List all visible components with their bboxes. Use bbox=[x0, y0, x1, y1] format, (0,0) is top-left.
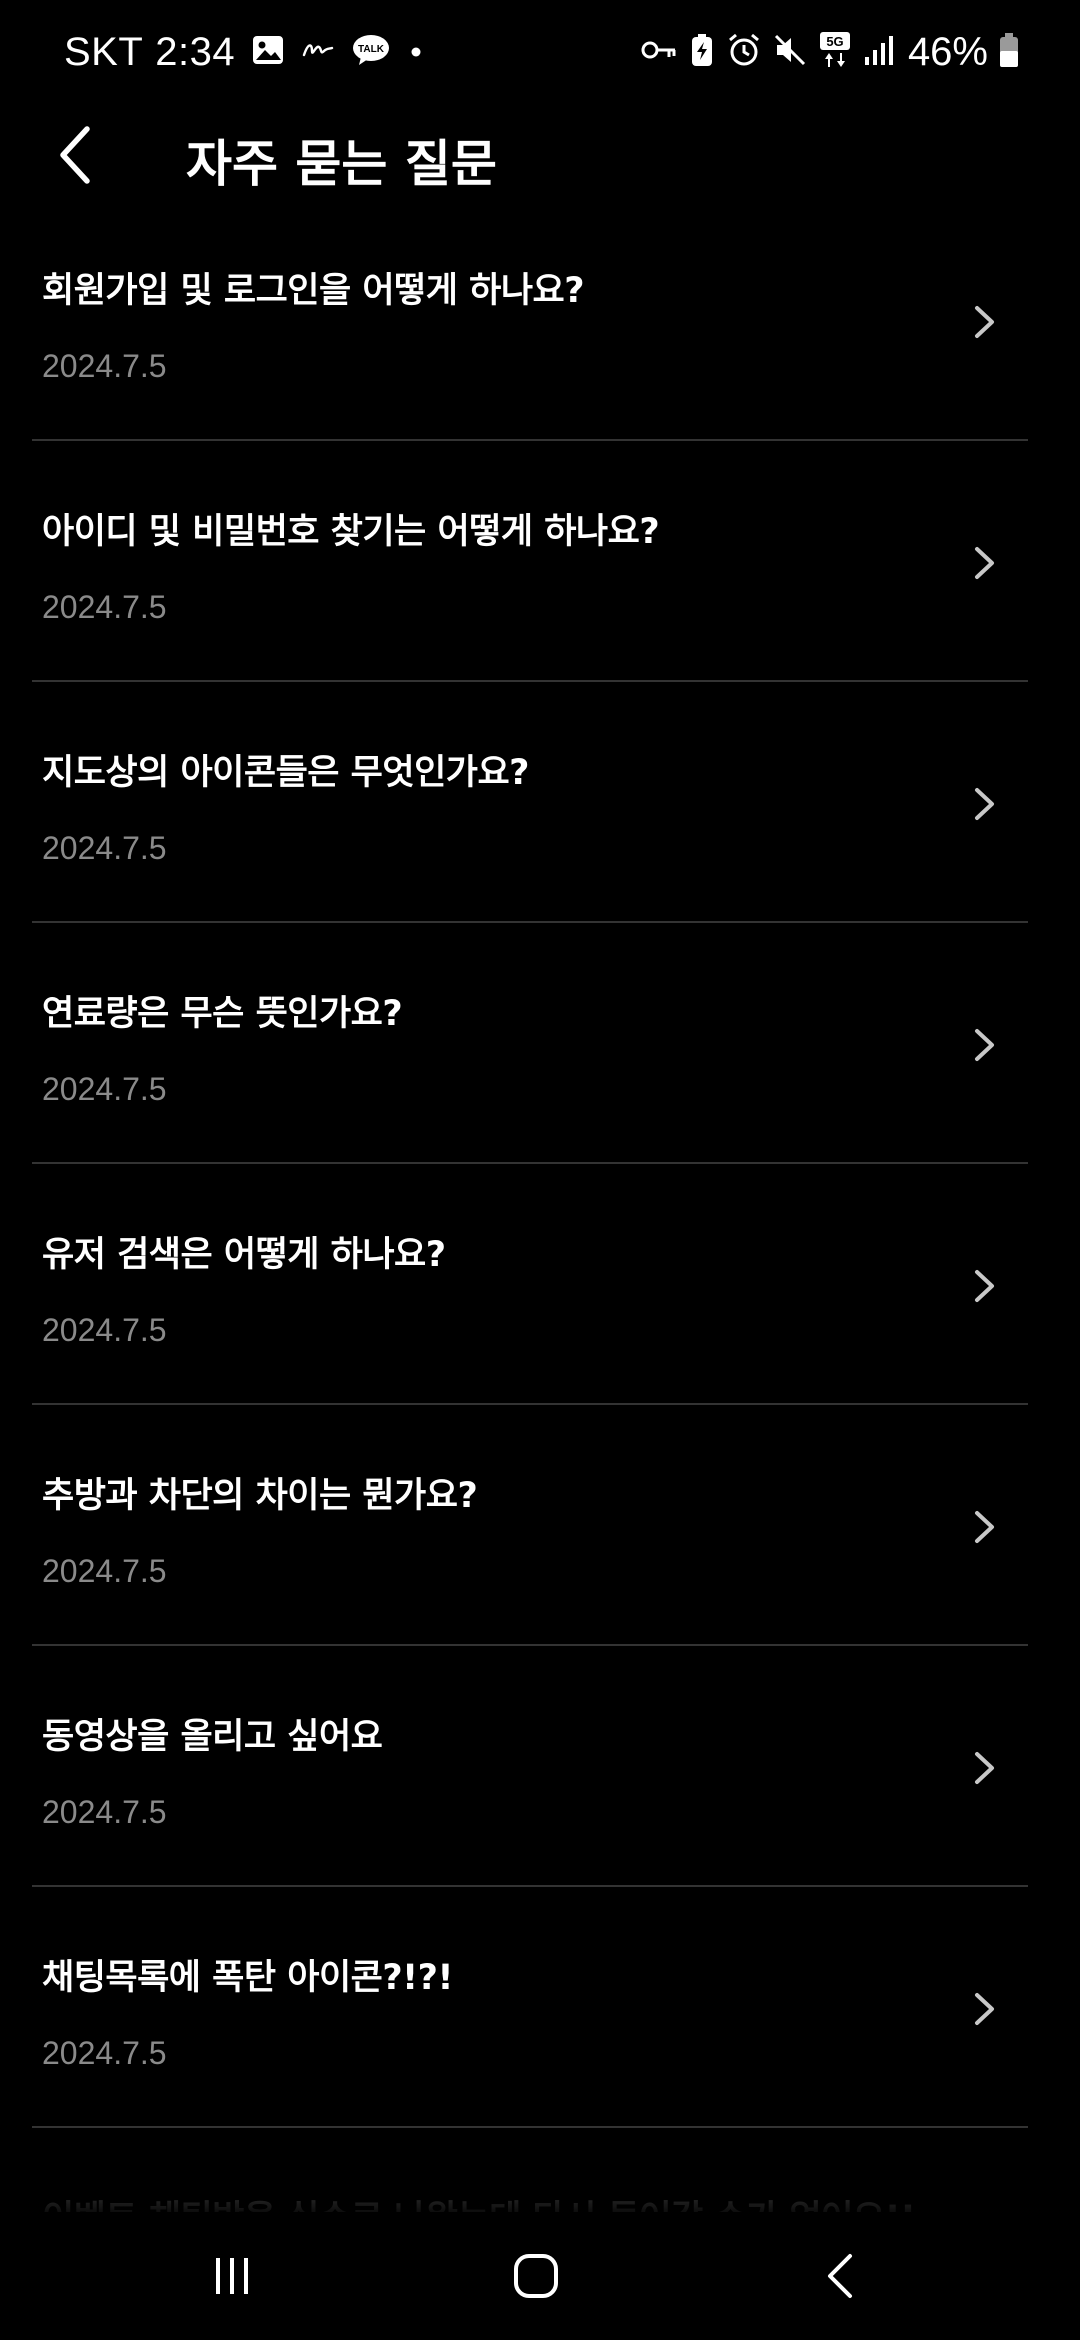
faq-item[interactable]: 유저 검색은 어떻게 하나요? 2024.7.5 bbox=[0, 1164, 1080, 1405]
faq-question: 연료량은 무슨 뜻인가요? bbox=[42, 994, 403, 1034]
faq-question: 채팅목록에 폭탄 아이콘?!?! bbox=[42, 1958, 453, 1998]
faq-item[interactable]: 채팅목록에 폭탄 아이콘?!?! 2024.7.5 bbox=[0, 1887, 1080, 2128]
home-icon bbox=[514, 2254, 558, 2298]
dot-icon bbox=[407, 33, 425, 71]
carrier-label: SKT bbox=[64, 29, 144, 74]
faq-date: 2024.7.5 bbox=[42, 1794, 167, 1830]
battery-saver-icon bbox=[688, 32, 716, 72]
home-button[interactable] bbox=[476, 2236, 596, 2316]
system-nav-bar bbox=[0, 2212, 1080, 2340]
status-bar-left: SKT 2:34 TALK bbox=[64, 26, 425, 78]
chevron-right-icon bbox=[975, 788, 994, 820]
faq-question: 아이디 및 비밀번호 찾기는 어떻게 하나요? bbox=[42, 512, 660, 552]
faq-question: 회원가입 및 로그인을 어떻게 하나요? bbox=[42, 271, 585, 311]
handwriting-icon bbox=[301, 33, 335, 71]
status-bar: SKT 2:34 TALK 5G 46% bbox=[0, 0, 1080, 104]
back-icon bbox=[828, 2254, 852, 2298]
status-bar-right: 5G 46% bbox=[630, 26, 1020, 78]
chevron-right-icon bbox=[975, 1752, 994, 1784]
faq-date: 2024.7.5 bbox=[42, 1312, 167, 1348]
clock: 2:34 bbox=[155, 29, 236, 74]
faq-question: 추방과 차단의 차이는 뭔가요? bbox=[42, 1476, 478, 1516]
kakaotalk-icon: TALK bbox=[351, 33, 391, 71]
faq-question: 유저 검색은 어떻게 하나요? bbox=[42, 1235, 446, 1275]
faq-date: 2024.7.5 bbox=[42, 2035, 167, 2071]
battery-percent: 46% bbox=[907, 29, 988, 74]
faq-item[interactable]: 회원가입 및 로그인을 어떻게 하나요? 2024.7.5 bbox=[0, 200, 1080, 441]
recents-icon bbox=[216, 2258, 248, 2294]
mute-icon bbox=[772, 32, 808, 72]
faq-question: 이벤트 채팅방을 실수로 나왔는데 다시 들어갈 수가 없어요!! bbox=[42, 2190, 916, 2212]
recents-button[interactable] bbox=[172, 2236, 292, 2316]
alarm-icon bbox=[726, 32, 762, 72]
faq-item[interactable]: 지도상의 아이콘들은 무엇인가요? 2024.7.5 bbox=[0, 682, 1080, 923]
nav-back-button[interactable] bbox=[780, 2236, 900, 2316]
faq-list: 회원가입 및 로그인을 어떻게 하나요? 2024.7.5 아이디 및 비밀번호… bbox=[0, 200, 1080, 2212]
chevron-right-icon bbox=[975, 1029, 994, 1061]
chevron-right-icon bbox=[975, 547, 994, 579]
faq-date: 2024.7.5 bbox=[42, 348, 167, 384]
page-title: 자주 묻는 질문 bbox=[186, 135, 497, 193]
back-button[interactable] bbox=[40, 120, 110, 190]
faq-question: 지도상의 아이콘들은 무엇인가요? bbox=[42, 753, 529, 793]
signal-icon bbox=[862, 33, 896, 71]
faq-item[interactable]: 이벤트 채팅방을 실수로 나왔는데 다시 들어갈 수가 없어요!! bbox=[0, 2128, 1080, 2212]
gallery-icon bbox=[251, 33, 285, 71]
app-header: 자주 묻는 질문 bbox=[0, 104, 1080, 204]
faq-question: 동영상을 올리고 싶어요 bbox=[42, 1717, 383, 1757]
chevron-right-icon bbox=[975, 1511, 994, 1543]
key-icon bbox=[640, 33, 678, 71]
5g-icon: 5G bbox=[818, 31, 852, 73]
network-badge: 5G bbox=[826, 34, 843, 49]
talk-badge: TALK bbox=[358, 44, 385, 55]
faq-item[interactable]: 아이디 및 비밀번호 찾기는 어떻게 하나요? 2024.7.5 bbox=[0, 441, 1080, 682]
faq-item[interactable]: 추방과 차단의 차이는 뭔가요? 2024.7.5 bbox=[0, 1405, 1080, 1646]
faq-date: 2024.7.5 bbox=[42, 1553, 167, 1589]
faq-item[interactable]: 동영상을 올리고 싶어요 2024.7.5 bbox=[0, 1646, 1080, 1887]
battery-icon bbox=[998, 32, 1020, 72]
faq-date: 2024.7.5 bbox=[42, 830, 167, 866]
chevron-right-icon bbox=[975, 1270, 994, 1302]
faq-date: 2024.7.5 bbox=[42, 1071, 167, 1107]
chevron-right-icon bbox=[975, 1993, 994, 2025]
faq-item[interactable]: 연료량은 무슨 뜻인가요? 2024.7.5 bbox=[0, 923, 1080, 1164]
faq-date: 2024.7.5 bbox=[42, 589, 167, 625]
chevron-right-icon bbox=[975, 306, 994, 338]
chevron-left-icon bbox=[60, 126, 90, 184]
